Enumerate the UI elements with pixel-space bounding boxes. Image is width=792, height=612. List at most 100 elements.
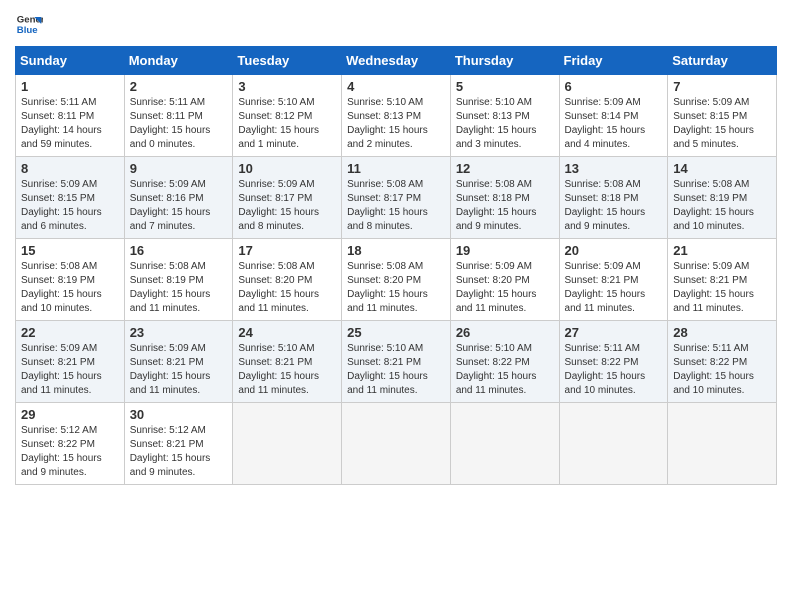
day-info: Sunrise: 5:10 AM Sunset: 8:13 PM Dayligh… <box>347 96 445 152</box>
calendar-week-2: 8 Sunrise: 5:09 AM Sunset: 8:15 PM Daylig… <box>16 157 777 239</box>
calendar-cell: 8 Sunrise: 5:09 AM Sunset: 8:15 PM Daylig… <box>16 157 125 239</box>
day-info: Sunrise: 5:12 AM Sunset: 8:21 PM Dayligh… <box>130 424 228 480</box>
day-info: Sunrise: 5:09 AM Sunset: 8:21 PM Dayligh… <box>21 342 119 398</box>
svg-text:Blue: Blue <box>17 25 38 36</box>
calendar-cell: 4 Sunrise: 5:10 AM Sunset: 8:13 PM Daylig… <box>342 75 451 157</box>
day-info: Sunrise: 5:08 AM Sunset: 8:17 PM Dayligh… <box>347 178 445 234</box>
day-number: 22 <box>21 325 119 340</box>
day-info: Sunrise: 5:09 AM Sunset: 8:21 PM Dayligh… <box>673 260 771 316</box>
day-info: Sunrise: 5:09 AM Sunset: 8:15 PM Dayligh… <box>21 178 119 234</box>
page-header: General Blue <box>15 10 777 38</box>
day-info: Sunrise: 5:09 AM Sunset: 8:20 PM Dayligh… <box>456 260 554 316</box>
calendar-cell: 30 Sunrise: 5:12 AM Sunset: 8:21 PM Dayli… <box>124 403 233 485</box>
day-number: 4 <box>347 79 445 94</box>
day-number: 26 <box>456 325 554 340</box>
day-number: 11 <box>347 161 445 176</box>
day-info: Sunrise: 5:09 AM Sunset: 8:21 PM Dayligh… <box>565 260 663 316</box>
day-info: Sunrise: 5:08 AM Sunset: 8:19 PM Dayligh… <box>21 260 119 316</box>
calendar-cell: 12Sunrise: 5:08 AM Sunset: 8:18 PM Dayli… <box>450 157 559 239</box>
calendar-table: SundayMondayTuesdayWednesdayThursdayFrid… <box>15 46 777 485</box>
calendar-cell: 6 Sunrise: 5:09 AM Sunset: 8:14 PM Daylig… <box>559 75 668 157</box>
calendar-header-row: SundayMondayTuesdayWednesdayThursdayFrid… <box>16 47 777 75</box>
day-number: 2 <box>130 79 228 94</box>
calendar-cell: 13 Sunrise: 5:08 AM Sunset: 8:18 PM Dayli… <box>559 157 668 239</box>
day-info: Sunrise: 5:09 AM Sunset: 8:16 PM Dayligh… <box>130 178 228 234</box>
calendar-header-friday: Friday <box>559 47 668 75</box>
logo-icon: General Blue <box>15 10 43 38</box>
calendar-cell <box>668 403 777 485</box>
day-number: 25 <box>347 325 445 340</box>
day-info: Sunrise: 5:09 AM Sunset: 8:15 PM Dayligh… <box>673 96 771 152</box>
calendar-cell <box>342 403 451 485</box>
day-info: Sunrise: 5:10 AM Sunset: 8:21 PM Dayligh… <box>347 342 445 398</box>
calendar-cell: 20 Sunrise: 5:09 AM Sunset: 8:21 PM Dayli… <box>559 239 668 321</box>
calendar-week-4: 22 Sunrise: 5:09 AM Sunset: 8:21 PM Dayli… <box>16 321 777 403</box>
day-info: Sunrise: 5:09 AM Sunset: 8:21 PM Dayligh… <box>130 342 228 398</box>
calendar-cell: 17 Sunrise: 5:08 AM Sunset: 8:20 PM Dayli… <box>233 239 342 321</box>
day-number: 24 <box>238 325 336 340</box>
calendar-cell: 9 Sunrise: 5:09 AM Sunset: 8:16 PM Daylig… <box>124 157 233 239</box>
calendar-header-thursday: Thursday <box>450 47 559 75</box>
day-number: 6 <box>565 79 663 94</box>
calendar-cell: 21 Sunrise: 5:09 AM Sunset: 8:21 PM Dayli… <box>668 239 777 321</box>
day-info: Sunrise: 5:08 AM Sunset: 8:20 PM Dayligh… <box>347 260 445 316</box>
day-number: 16 <box>130 243 228 258</box>
day-number: 18 <box>347 243 445 258</box>
day-number: 13 <box>565 161 663 176</box>
day-info: Sunrise: 5:08 AM Sunset: 8:20 PM Dayligh… <box>238 260 336 316</box>
day-number: 9 <box>130 161 228 176</box>
day-number: 20 <box>565 243 663 258</box>
day-number: 14 <box>673 161 771 176</box>
day-number: 12 <box>456 161 554 176</box>
calendar-cell: 16Sunrise: 5:08 AM Sunset: 8:19 PM Dayli… <box>124 239 233 321</box>
day-number: 3 <box>238 79 336 94</box>
day-info: Sunrise: 5:09 AM Sunset: 8:17 PM Dayligh… <box>238 178 336 234</box>
day-info: Sunrise: 5:11 AM Sunset: 8:22 PM Dayligh… <box>565 342 663 398</box>
day-number: 10 <box>238 161 336 176</box>
calendar-cell <box>559 403 668 485</box>
calendar-cell: 2 Sunrise: 5:11 AM Sunset: 8:11 PM Daylig… <box>124 75 233 157</box>
calendar-cell <box>233 403 342 485</box>
day-number: 7 <box>673 79 771 94</box>
calendar-cell: 10 Sunrise: 5:09 AM Sunset: 8:17 PM Dayli… <box>233 157 342 239</box>
calendar-cell: 22 Sunrise: 5:09 AM Sunset: 8:21 PM Dayli… <box>16 321 125 403</box>
calendar-cell: 27 Sunrise: 5:11 AM Sunset: 8:22 PM Dayli… <box>559 321 668 403</box>
day-info: Sunrise: 5:10 AM Sunset: 8:22 PM Dayligh… <box>456 342 554 398</box>
day-number: 29 <box>21 407 119 422</box>
day-info: Sunrise: 5:10 AM Sunset: 8:13 PM Dayligh… <box>456 96 554 152</box>
calendar-cell: 28Sunrise: 5:11 AM Sunset: 8:22 PM Dayli… <box>668 321 777 403</box>
day-info: Sunrise: 5:11 AM Sunset: 8:11 PM Dayligh… <box>130 96 228 152</box>
day-info: Sunrise: 5:12 AM Sunset: 8:22 PM Dayligh… <box>21 424 119 480</box>
calendar-cell: 18 Sunrise: 5:08 AM Sunset: 8:20 PM Dayli… <box>342 239 451 321</box>
day-number: 23 <box>130 325 228 340</box>
calendar-cell: 7 Sunrise: 5:09 AM Sunset: 8:15 PM Daylig… <box>668 75 777 157</box>
calendar-week-3: 15 Sunrise: 5:08 AM Sunset: 8:19 PM Dayli… <box>16 239 777 321</box>
day-number: 15 <box>21 243 119 258</box>
day-info: Sunrise: 5:11 AM Sunset: 8:11 PM Dayligh… <box>21 96 119 152</box>
calendar-cell: 29 Sunrise: 5:12 AM Sunset: 8:22 PM Dayli… <box>16 403 125 485</box>
day-info: Sunrise: 5:08 AM Sunset: 8:18 PM Dayligh… <box>565 178 663 234</box>
day-number: 8 <box>21 161 119 176</box>
calendar-week-1: 1Sunrise: 5:11 AM Sunset: 8:11 PM Daylig… <box>16 75 777 157</box>
calendar-header-wednesday: Wednesday <box>342 47 451 75</box>
calendar-header-sunday: Sunday <box>16 47 125 75</box>
calendar-header-saturday: Saturday <box>668 47 777 75</box>
calendar-cell: 26 Sunrise: 5:10 AM Sunset: 8:22 PM Dayli… <box>450 321 559 403</box>
day-info: Sunrise: 5:09 AM Sunset: 8:14 PM Dayligh… <box>565 96 663 152</box>
day-info: Sunrise: 5:10 AM Sunset: 8:12 PM Dayligh… <box>238 96 336 152</box>
day-number: 17 <box>238 243 336 258</box>
calendar-cell: 3 Sunrise: 5:10 AM Sunset: 8:12 PM Daylig… <box>233 75 342 157</box>
day-number: 19 <box>456 243 554 258</box>
calendar-cell: 23 Sunrise: 5:09 AM Sunset: 8:21 PM Dayli… <box>124 321 233 403</box>
calendar-cell: 19 Sunrise: 5:09 AM Sunset: 8:20 PM Dayli… <box>450 239 559 321</box>
calendar-cell: 15 Sunrise: 5:08 AM Sunset: 8:19 PM Dayli… <box>16 239 125 321</box>
calendar-cell: 1Sunrise: 5:11 AM Sunset: 8:11 PM Daylig… <box>16 75 125 157</box>
day-number: 30 <box>130 407 228 422</box>
day-number: 21 <box>673 243 771 258</box>
calendar-cell: 14Sunrise: 5:08 AM Sunset: 8:19 PM Dayli… <box>668 157 777 239</box>
day-number: 27 <box>565 325 663 340</box>
calendar-header-tuesday: Tuesday <box>233 47 342 75</box>
calendar-cell <box>450 403 559 485</box>
calendar-cell: 24 Sunrise: 5:10 AM Sunset: 8:21 PM Dayli… <box>233 321 342 403</box>
day-info: Sunrise: 5:10 AM Sunset: 8:21 PM Dayligh… <box>238 342 336 398</box>
